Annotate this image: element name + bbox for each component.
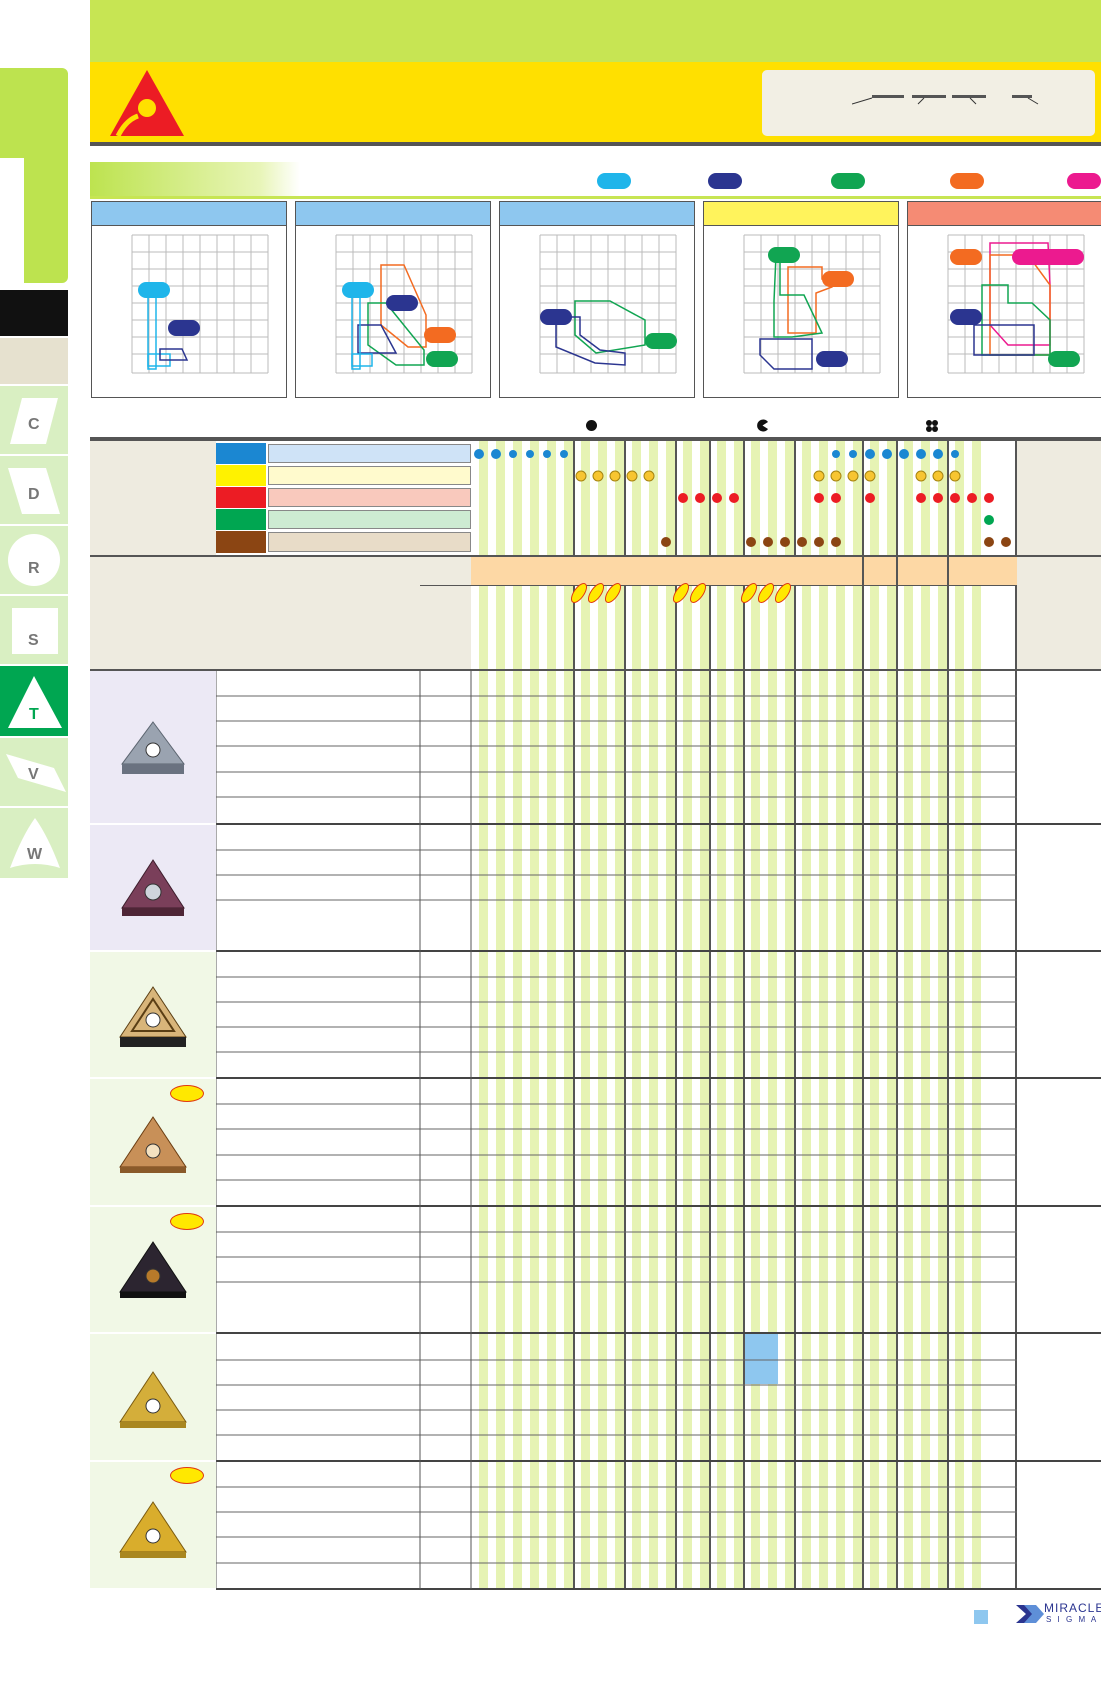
material-swatch-k (216, 487, 266, 508)
panel-2-chart (335, 234, 473, 374)
material-band-p (268, 444, 471, 463)
insert-image-2-icon (121, 859, 185, 916)
material-swatch-p (216, 443, 266, 464)
app-panel-2 (295, 201, 491, 398)
side-tab-c[interactable]: C (0, 386, 68, 454)
side-tab-c-label: C (28, 416, 40, 433)
side-tab-r-label: R (28, 560, 40, 577)
section-bar-underline (90, 196, 1101, 199)
group-4-new-badge (170, 1085, 204, 1102)
triangle-logo-icon (110, 70, 184, 138)
panel-5-header (908, 202, 1101, 226)
insert-image-1-icon (121, 721, 185, 774)
side-tab-beige (0, 338, 68, 384)
column-symbol-cross-icon (926, 420, 938, 432)
panel-3-header (500, 202, 694, 226)
side-tab-s-label: S (28, 632, 39, 649)
side-tab-v-label: V (28, 766, 39, 783)
material-row-n (216, 509, 471, 530)
material-band-m (268, 466, 471, 485)
side-tab-w-label: W (27, 846, 43, 863)
side-tab-top-inner (0, 158, 24, 283)
material-row-s (216, 531, 471, 553)
footer-square (974, 1610, 988, 1624)
app-panel-4 (703, 201, 899, 398)
top-band (90, 0, 1101, 62)
insert-image-7-icon (119, 1501, 187, 1558)
insert-image-5-icon (119, 1241, 187, 1298)
material-swatch-s (216, 531, 266, 553)
panel-1-chart (131, 234, 269, 374)
panel-4-chart (743, 234, 881, 374)
dimension-symbol-icon (852, 95, 1039, 105)
app-panel-3 (499, 201, 695, 398)
legend-pill-cyan (597, 173, 631, 189)
panel-5-chart (947, 234, 1085, 374)
side-tab-s[interactable]: S (0, 596, 68, 664)
material-band-k (268, 488, 471, 507)
material-band-n (268, 510, 471, 529)
mark (474, 449, 484, 459)
side-tab-d-label: D (28, 486, 40, 503)
brand-line-1: MIRACLE (1044, 1601, 1101, 1615)
grade-tag-ellipses (571, 583, 792, 603)
legend-pill-green (831, 173, 865, 189)
material-swatch-m (216, 465, 266, 486)
header-underline (90, 142, 1101, 146)
table-header-code-top (420, 557, 471, 586)
material-band-s (268, 532, 471, 552)
group-5-new-badge (170, 1213, 204, 1230)
side-tab-w[interactable]: W (0, 808, 68, 878)
column-symbol-pacman-icon (757, 419, 768, 432)
legend-pill-navy (708, 173, 742, 189)
brand-line-2: S I G M A (1046, 1615, 1099, 1624)
insert-image-4-icon (119, 1116, 187, 1173)
app-panel-5 (907, 201, 1101, 398)
material-row-m (216, 465, 471, 486)
side-tab-v[interactable]: V (0, 738, 68, 806)
material-swatch-n (216, 509, 266, 530)
insert-image-3-icon (119, 986, 187, 1047)
side-tab-black (0, 290, 68, 336)
row-lines (216, 669, 1101, 1590)
panel-3-chart (539, 234, 677, 374)
app-panel-1 (91, 201, 287, 398)
material-row-k (216, 487, 471, 508)
column-symbol-solid (586, 420, 597, 431)
panel-2-header (296, 202, 490, 226)
table-header-name (216, 557, 421, 669)
panel-1-header (92, 202, 286, 226)
header-info-box (762, 70, 1095, 136)
group-7-new-badge (170, 1467, 204, 1484)
side-tab-t-label: T (29, 706, 39, 723)
side-tab-r[interactable]: R (0, 526, 68, 594)
panel-4-header (704, 202, 898, 226)
side-tab-t[interactable]: T (0, 666, 68, 736)
side-tab-d[interactable]: D (0, 456, 68, 524)
legend-pill-magenta (1067, 173, 1101, 189)
miracle-sigma-logo-icon (1016, 1605, 1044, 1623)
insert-image-6-icon (119, 1371, 187, 1428)
recommendation-marks (474, 449, 1011, 547)
material-row-p (216, 443, 471, 464)
legend-pill-orange (950, 173, 984, 189)
